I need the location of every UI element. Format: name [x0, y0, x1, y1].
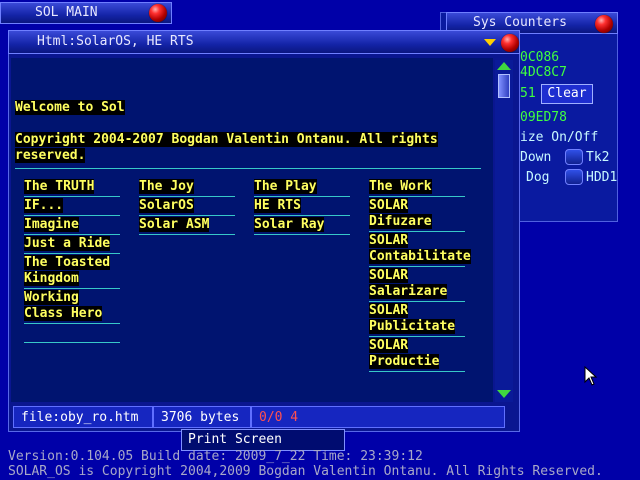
counter-value-4: 09ED78	[520, 110, 567, 125]
html-window-title: Html:SolarOS, HE RTS	[37, 34, 194, 49]
link-column-joy: The Joy SolarOS Solar ASM	[139, 178, 235, 235]
version-line: Version:0.104.05 Build date: 2009_7_22 T…	[8, 449, 423, 464]
link-imagine[interactable]: Imagine	[24, 216, 120, 235]
clear-button[interactable]: Clear	[541, 84, 593, 104]
link-solar-publicitate[interactable]: SOLAR Publicitate	[369, 302, 465, 337]
sol-main-title: SOL MAIN	[35, 5, 98, 20]
scroll-down-arrow-icon[interactable]	[497, 390, 511, 398]
html-window-titlebar[interactable]: Html:SolarOS, HE RTS	[8, 30, 520, 54]
link-column-play: The Play HE RTS Solar Ray	[254, 178, 350, 235]
close-ball-icon[interactable]	[149, 4, 167, 22]
html-content-area[interactable]: Welcome to Sol Copyright 2004-2007 Bogda…	[11, 58, 493, 402]
link-column-work: The Work SOLAR Difuzare SOLAR Contabilit…	[369, 178, 471, 372]
link-the-work[interactable]: The Work	[369, 178, 465, 197]
status-file: file:oby_ro.htm	[13, 406, 153, 428]
print-screen-button[interactable]: Print Screen	[181, 429, 345, 451]
link-solar-productie[interactable]: SOLAR Productie	[369, 337, 465, 372]
counter-value-3: 51	[520, 86, 536, 101]
link-solar-ray[interactable]: Solar Ray	[254, 216, 350, 235]
link-toasted-kingdom[interactable]: The Toasted Kingdom	[24, 254, 120, 289]
link-the-truth[interactable]: The TRUTH	[24, 178, 120, 197]
link-solar-contabilitate[interactable]: SOLAR Contabilitate	[369, 232, 471, 267]
link-working-class-hero[interactable]: Working Class Hero	[24, 289, 120, 324]
down-label: Down	[520, 150, 552, 165]
link-the-play[interactable]: The Play	[254, 178, 350, 197]
footer-copyright: SOLAR_OS is Copyright 2004,2009 Bogdan V…	[8, 464, 603, 479]
link-column-truth: The TRUTH IF... Imagine Just a Ride The …	[24, 178, 120, 343]
dog-label: Dog	[526, 170, 550, 185]
link-solar-asm[interactable]: Solar ASM	[139, 216, 235, 235]
link-solar-difuzare[interactable]: SOLAR Difuzare	[369, 197, 465, 232]
link-empty[interactable]	[24, 324, 120, 343]
dropdown-triangle-icon[interactable]	[484, 39, 496, 46]
link-solaros[interactable]: SolarOS	[139, 197, 235, 216]
sol-main-titlebar[interactable]: SOL MAIN	[0, 2, 172, 24]
scrollbar-thumb[interactable]	[498, 74, 510, 98]
link-the-joy[interactable]: The Joy	[139, 178, 235, 197]
tk2-checkbox[interactable]	[565, 149, 583, 165]
counter-value-1: 0C086	[520, 50, 560, 65]
status-counter: 0/0 4	[251, 406, 505, 428]
horizontal-rule	[15, 168, 481, 169]
link-he-rts[interactable]: HE RTS	[254, 197, 350, 216]
copyright-text-line2: reserved.	[15, 148, 86, 163]
size-toggle-label: ize On/Off	[520, 130, 599, 145]
close-ball-icon[interactable]	[595, 15, 613, 33]
vertical-scrollbar[interactable]	[495, 60, 513, 402]
status-size: 3706 bytes	[153, 406, 251, 428]
close-ball-icon[interactable]	[501, 34, 519, 52]
hdd1-checkbox[interactable]	[565, 169, 583, 185]
link-solar-salarizare[interactable]: SOLAR Salarizare	[369, 267, 465, 302]
tk2-label: Tk2	[586, 150, 610, 165]
welcome-text: Welcome to Sol	[15, 100, 125, 115]
counter-value-2: 4DC8C7	[520, 65, 567, 80]
link-if[interactable]: IF...	[24, 197, 120, 216]
link-just-a-ride[interactable]: Just a Ride	[24, 235, 120, 254]
mouse-pointer-icon	[584, 366, 598, 386]
scroll-up-arrow-icon[interactable]	[497, 62, 511, 70]
hdd1-label: HDD1	[586, 170, 618, 185]
